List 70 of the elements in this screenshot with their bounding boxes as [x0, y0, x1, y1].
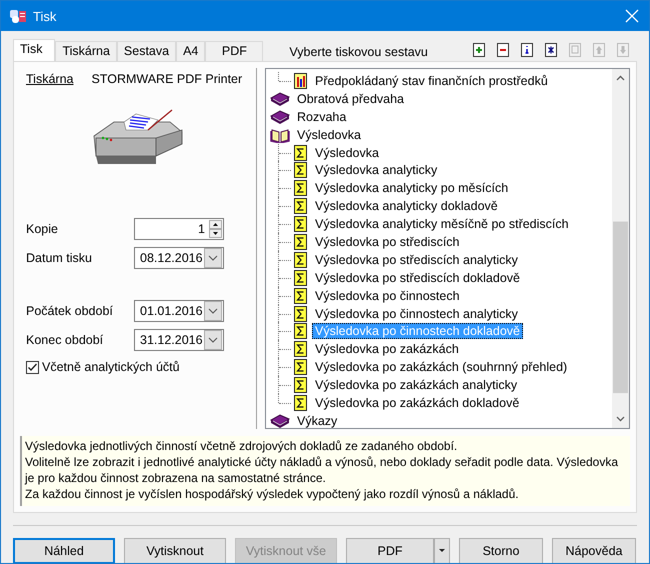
tree-item[interactable]: Výsledovka analyticky dokladově	[312, 198, 501, 214]
sigma-report-icon	[294, 323, 308, 340]
tree-item[interactable]: Obratová předvaha	[294, 90, 408, 107]
tab[interactable]: Sestava	[116, 41, 176, 61]
sigma-report-icon	[294, 234, 308, 250]
field-label: Počátek období	[26, 304, 114, 318]
tree-item[interactable]: Výsledovka	[312, 144, 382, 160]
dialog-button[interactable]: Nápověda	[552, 538, 636, 563]
tree-item[interactable]: Rozvaha	[294, 108, 350, 125]
sigma-report-icon	[294, 306, 308, 322]
sigma-report-icon	[294, 180, 308, 196]
sigma-report-icon	[294, 198, 308, 214]
remove-icon[interactable]	[496, 42, 510, 58]
tree-item[interactable]: Výsledovka po střediscích analyticky	[312, 252, 521, 268]
field-label: Konec období	[26, 333, 104, 347]
tree-item[interactable]: Výsledovka	[294, 126, 364, 143]
sigma-report-icon	[294, 144, 308, 160]
report-description: Výsledovka jednotlivých činností včetně zdrojových dokladů ze zadaného období. Volitelně lze zobrazit i jednotlivé analytické účty nákladů a výnosů, nebo doklady seřadit podle data. Výsledovka je pro každou činnost zobrazena na samostatné stránce. Za každou činnost je vyčíslen hospodářský výsledek vypočtený jako rozdíl výnosů a nákladů.	[20, 436, 630, 506]
tree-item[interactable]: Výsledovka analyticky po měsících	[312, 180, 512, 196]
sigma-report-icon	[294, 288, 308, 304]
tree-item[interactable]: Výsledovka analyticky	[312, 162, 440, 178]
printer-name: STORMWARE PDF Printer	[91, 72, 242, 86]
tree-item[interactable]: Výkazy	[294, 412, 340, 428]
tree-item[interactable]: Výsledovka po zakázkách analyticky	[312, 377, 520, 394]
tab[interactable]: PDF	[205, 41, 264, 61]
tab[interactable]: A4	[176, 41, 206, 61]
bar-chart-report-icon	[294, 72, 308, 89]
sigma-report-icon	[294, 252, 308, 268]
tree-item[interactable]: Výsledovka analyticky měsíčně po střediscích	[312, 216, 572, 232]
sigma-report-icon	[294, 359, 308, 376]
tree-item[interactable]: Výsledovka po činnostech	[312, 288, 463, 304]
info-icon[interactable]	[520, 42, 534, 58]
dialog-button[interactable]: Storno	[459, 538, 543, 563]
spin-arrows-icon[interactable]	[209, 220, 222, 238]
tree-item[interactable]: Výsledovka po zakázkách	[312, 341, 462, 358]
report-picker-label: Vyberte tiskovou sestavu	[289, 45, 428, 61]
sigma-report-icon	[294, 394, 308, 411]
tree-item[interactable]: Předpokládaný stav finančních prostředků	[312, 72, 551, 89]
checkbox-label: Včetně analytických účtů	[42, 360, 180, 374]
dialog-button[interactable]: Vytisknout	[124, 538, 226, 563]
tree-item[interactable]: Výsledovka po zakázkách dokladově	[312, 394, 522, 411]
sigma-report-icon	[294, 341, 308, 358]
tree-item[interactable]: Výsledovka po střediscích	[312, 234, 463, 250]
tab[interactable]: Tisk	[13, 39, 56, 61]
dropdown-icon[interactable]	[204, 330, 222, 350]
date-field[interactable]: 01.01.2016	[134, 300, 224, 322]
printer-app-icon	[9, 7, 27, 25]
sigma-report-icon	[294, 270, 308, 286]
copies-spin-field[interactable]: 1	[134, 218, 224, 240]
tree-item[interactable]: Výsledovka po zakázkách (souhrnný přehled)	[312, 359, 570, 376]
dialog-button[interactable]: Náhled	[13, 538, 115, 563]
dropdown-arrow-icon[interactable]	[434, 538, 450, 563]
close-icon[interactable]	[625, 9, 639, 23]
dropdown-icon[interactable]	[204, 301, 222, 321]
field-label: Datum tisku	[26, 251, 93, 265]
field-label: Kopie	[26, 222, 59, 236]
add-icon[interactable]	[472, 42, 486, 58]
date-field[interactable]: 31.12.2016	[134, 329, 224, 351]
sigma-report-icon	[294, 216, 308, 232]
date-field[interactable]: 08.12.2016	[134, 247, 224, 269]
sigma-report-icon	[294, 162, 308, 178]
tree-item[interactable]: Výsledovka po střediscích dokladově	[312, 270, 523, 286]
tree-item[interactable]: Výsledovka po činnostech analyticky	[312, 306, 521, 322]
tab[interactable]: Tiskárna	[55, 41, 117, 61]
printer-link[interactable]: Tiskárna	[26, 72, 74, 86]
scrollbar[interactable]	[612, 69, 629, 428]
window-title: Tisk	[33, 8, 58, 24]
checkbox[interactable]	[26, 360, 39, 374]
sigma-report-icon	[294, 377, 308, 394]
dropdown-icon[interactable]	[204, 248, 222, 268]
